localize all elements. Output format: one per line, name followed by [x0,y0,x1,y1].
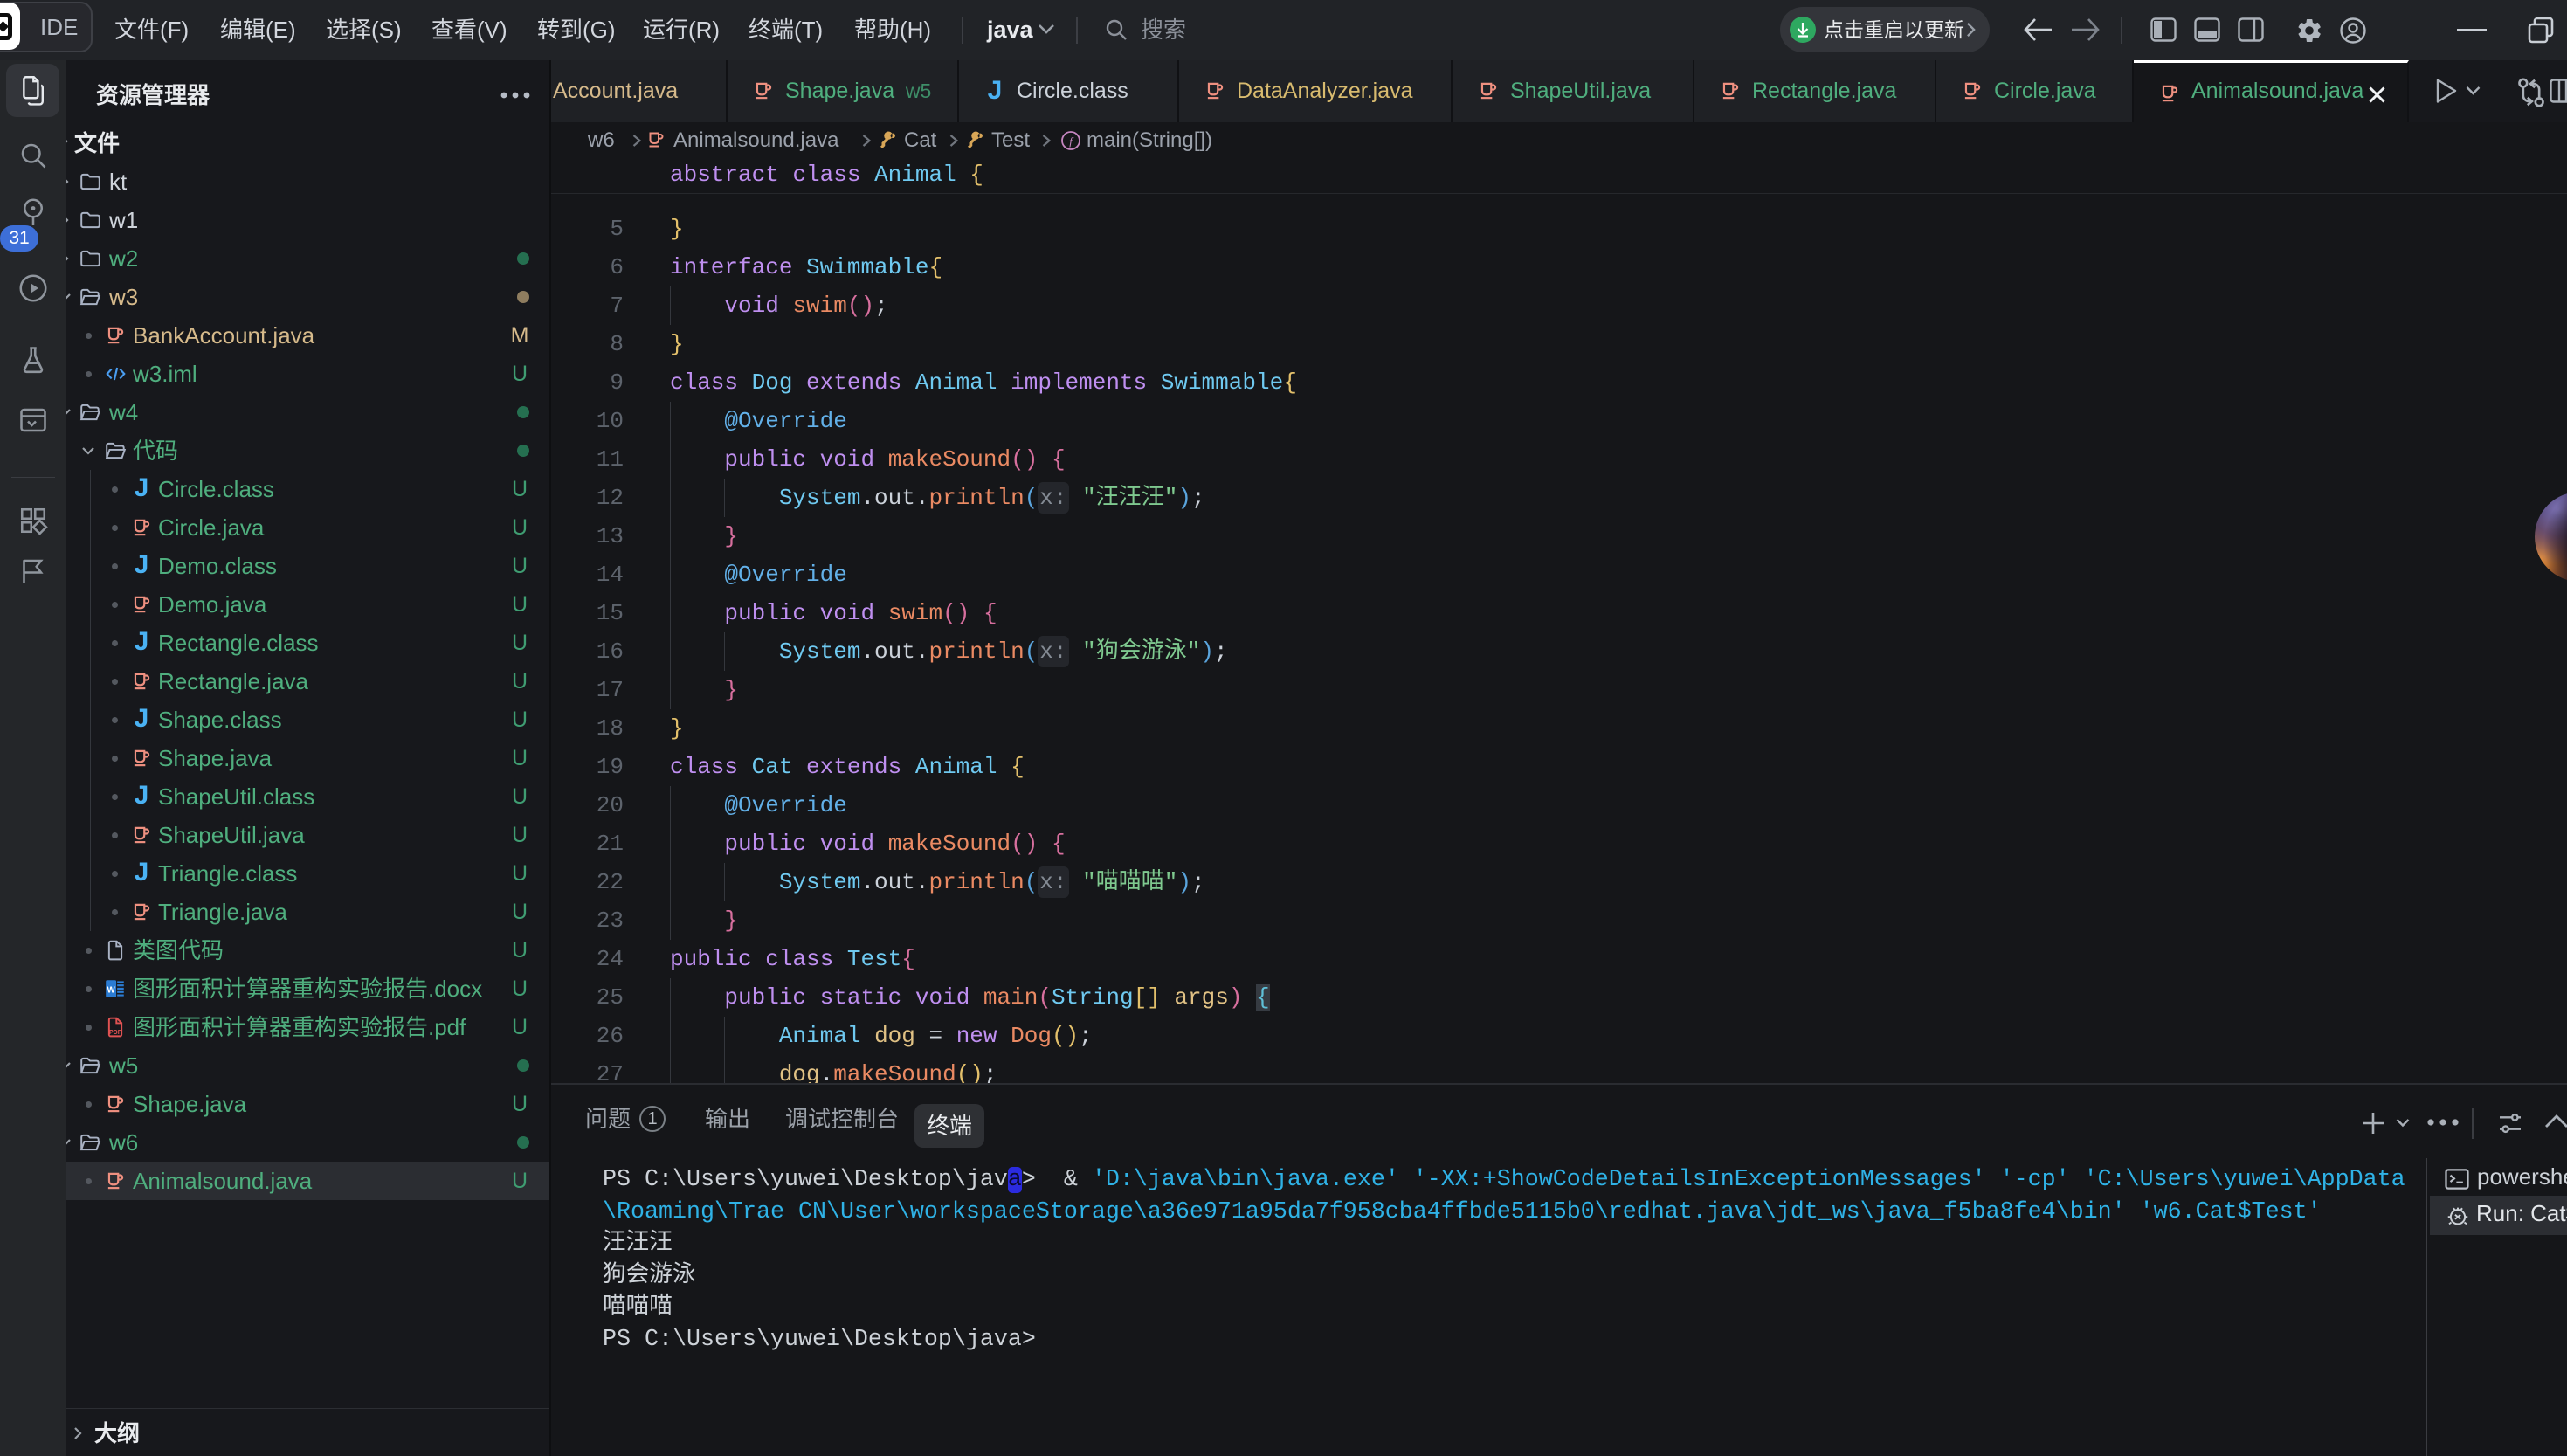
svg-text:W: W [107,985,116,995]
svg-text:f: f [1069,135,1074,148]
svg-text:PDF: PDF [109,1030,122,1036]
